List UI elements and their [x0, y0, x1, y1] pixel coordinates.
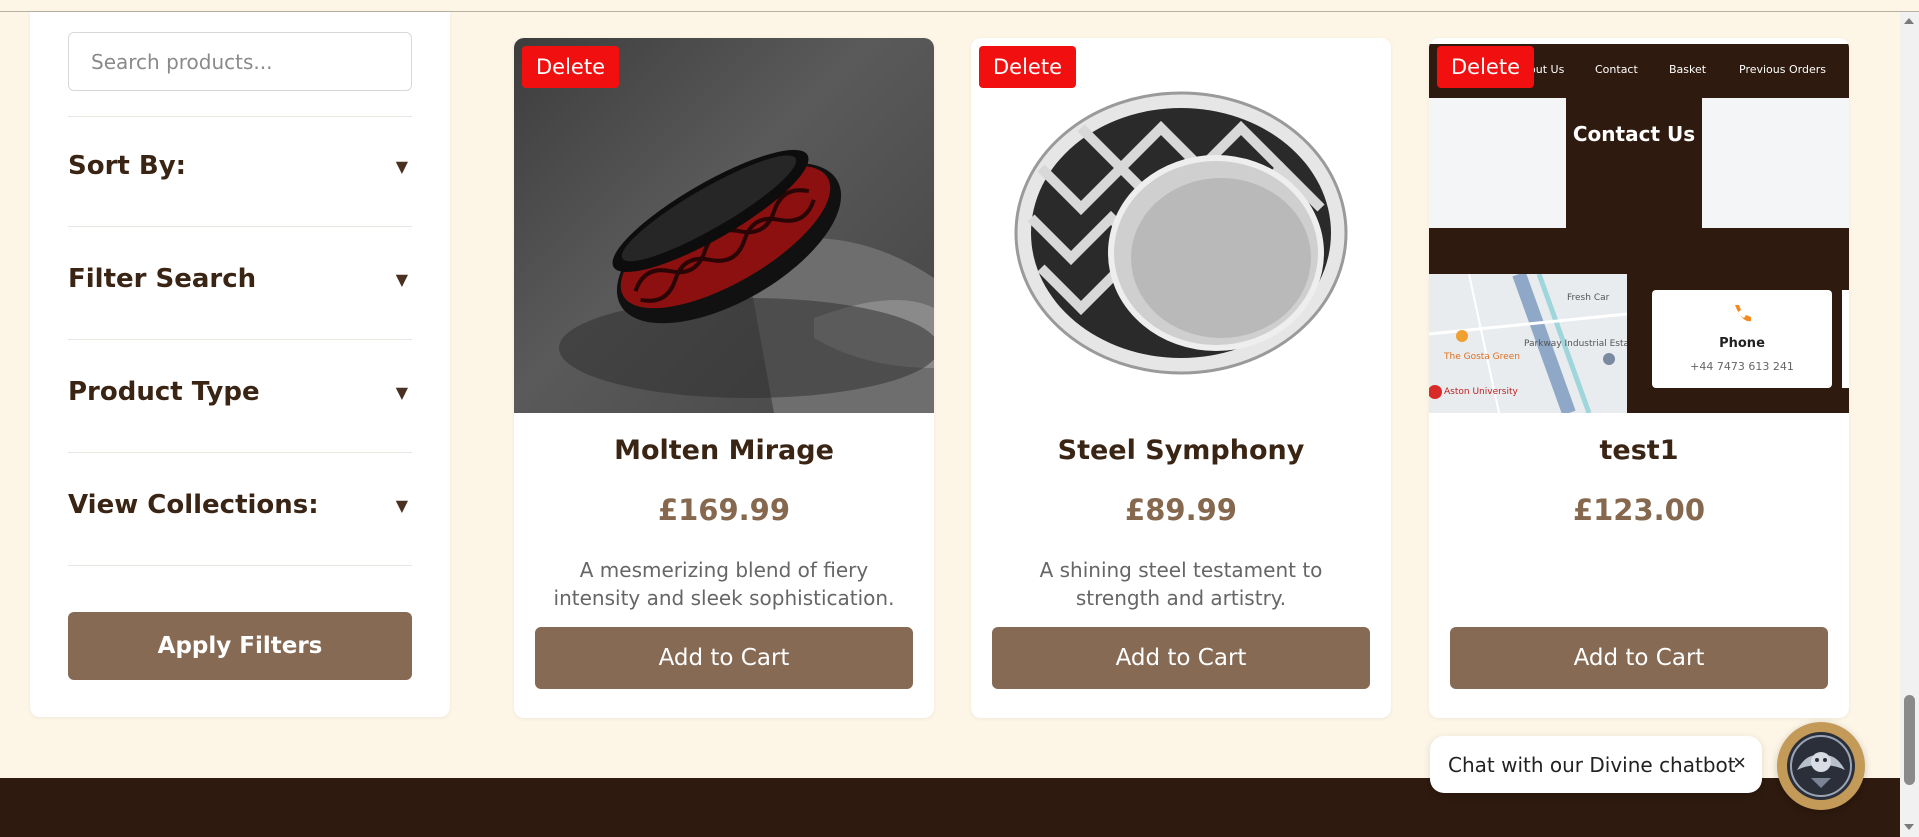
chatbot-prompt[interactable]: Chat with our Divine chatbot ×: [1430, 736, 1762, 793]
embedded-nav-item: Basket: [1669, 63, 1707, 76]
chatbot-logo-icon: [1787, 732, 1855, 800]
sort-by-label: Sort By:: [68, 151, 187, 181]
embedded-nav-item: out Us: [1529, 63, 1565, 76]
product-price: £89.99: [1125, 493, 1237, 527]
product-image: Delete: [971, 38, 1391, 413]
product-image: out Us Contact Basket Previous Orders Co…: [1429, 38, 1849, 413]
product-name: Steel Symphony: [1057, 435, 1305, 466]
divider: [68, 116, 412, 117]
chevron-down-icon: ▼: [395, 156, 408, 176]
scroll-up-arrow-icon[interactable]: [1904, 18, 1914, 24]
chevron-down-icon: ▼: [395, 269, 408, 289]
product-name: test1: [1599, 435, 1679, 466]
chatbot-avatar[interactable]: [1777, 722, 1865, 810]
product-price: £123.00: [1572, 493, 1706, 527]
divider: [68, 339, 412, 340]
embedded-contact-screenshot: out Us Contact Basket Previous Orders Co…: [1429, 44, 1849, 413]
product-card: Delete Steel Symphony £89.99 A shining s…: [971, 38, 1391, 718]
apply-filters-button[interactable]: Apply Filters: [68, 612, 412, 680]
ring-image: [1014, 91, 1348, 375]
product-card: Delete Molten Mirage £169.99 A mesmerizi…: [514, 38, 934, 718]
chevron-down-icon: ▼: [395, 382, 408, 402]
product-description: A shining steel testament to strength an…: [1039, 558, 1323, 610]
view-collections-label: View Collections:: [68, 490, 319, 520]
delete-button[interactable]: Delete: [1437, 46, 1534, 88]
filter-sidebar: Sort By: ▼ Filter Search ▼ Product Type …: [30, 12, 450, 717]
phone-icon: [1735, 305, 1751, 322]
add-to-cart-button[interactable]: Add to Cart: [992, 627, 1370, 689]
product-type-label: Product Type: [68, 377, 260, 407]
sort-by-dropdown[interactable]: Sort By: ▼: [68, 136, 412, 196]
map-label: Aston University: [1444, 387, 1519, 397]
view-collections-dropdown[interactable]: View Collections: ▼: [68, 475, 412, 535]
product-image: Delete: [514, 38, 934, 413]
filter-search-label: Filter Search: [68, 264, 257, 294]
embedded-nav-item: Previous Orders: [1739, 63, 1826, 76]
product-card: out Us Contact Basket Previous Orders Co…: [1429, 38, 1849, 718]
embedded-phone-card: Phone +44 7473 613 241: [1652, 290, 1832, 388]
divider: [68, 452, 412, 453]
product-price: £169.99: [657, 493, 791, 527]
embedded-nav-item: Contact: [1595, 63, 1638, 76]
product-description: A mesmerizing blend of fiery intensity a…: [553, 558, 895, 610]
scroll-thumb[interactable]: [1904, 695, 1915, 785]
divider: [68, 226, 412, 227]
close-icon[interactable]: ×: [1733, 750, 1746, 776]
delete-button[interactable]: Delete: [979, 46, 1076, 88]
chatbot-prompt-text: Chat with our Divine chatbot: [1448, 752, 1736, 777]
search-input[interactable]: [68, 32, 412, 91]
chevron-down-icon: ▼: [395, 495, 408, 515]
embedded-hero: Contact Us: [1429, 98, 1849, 228]
add-to-cart-button[interactable]: Add to Cart: [1450, 627, 1828, 689]
embedded-hero-title: Contact Us: [1572, 122, 1696, 146]
embedded-phone-title: Phone: [1719, 336, 1765, 351]
embedded-phone-number: +44 7473 613 241: [1690, 360, 1794, 373]
map-label: Parkway Industrial Estate: [1524, 339, 1627, 349]
map-image: The Gosta Green Aston University Parkway…: [1429, 274, 1627, 413]
delete-button[interactable]: Delete: [522, 46, 619, 88]
map-label: Fresh Car: [1567, 293, 1610, 303]
map-label: The Gosta Green: [1443, 352, 1520, 362]
top-rule: [0, 0, 1919, 12]
divider: [68, 565, 412, 566]
filter-search-dropdown[interactable]: Filter Search ▼: [68, 249, 412, 309]
add-to-cart-button[interactable]: Add to Cart: [535, 627, 913, 689]
scrollbar[interactable]: [1900, 12, 1919, 837]
product-type-dropdown[interactable]: Product Type ▼: [68, 362, 412, 422]
scroll-down-arrow-icon[interactable]: [1904, 824, 1914, 830]
product-name: Molten Mirage: [614, 435, 834, 466]
ring-image: [559, 149, 934, 413]
